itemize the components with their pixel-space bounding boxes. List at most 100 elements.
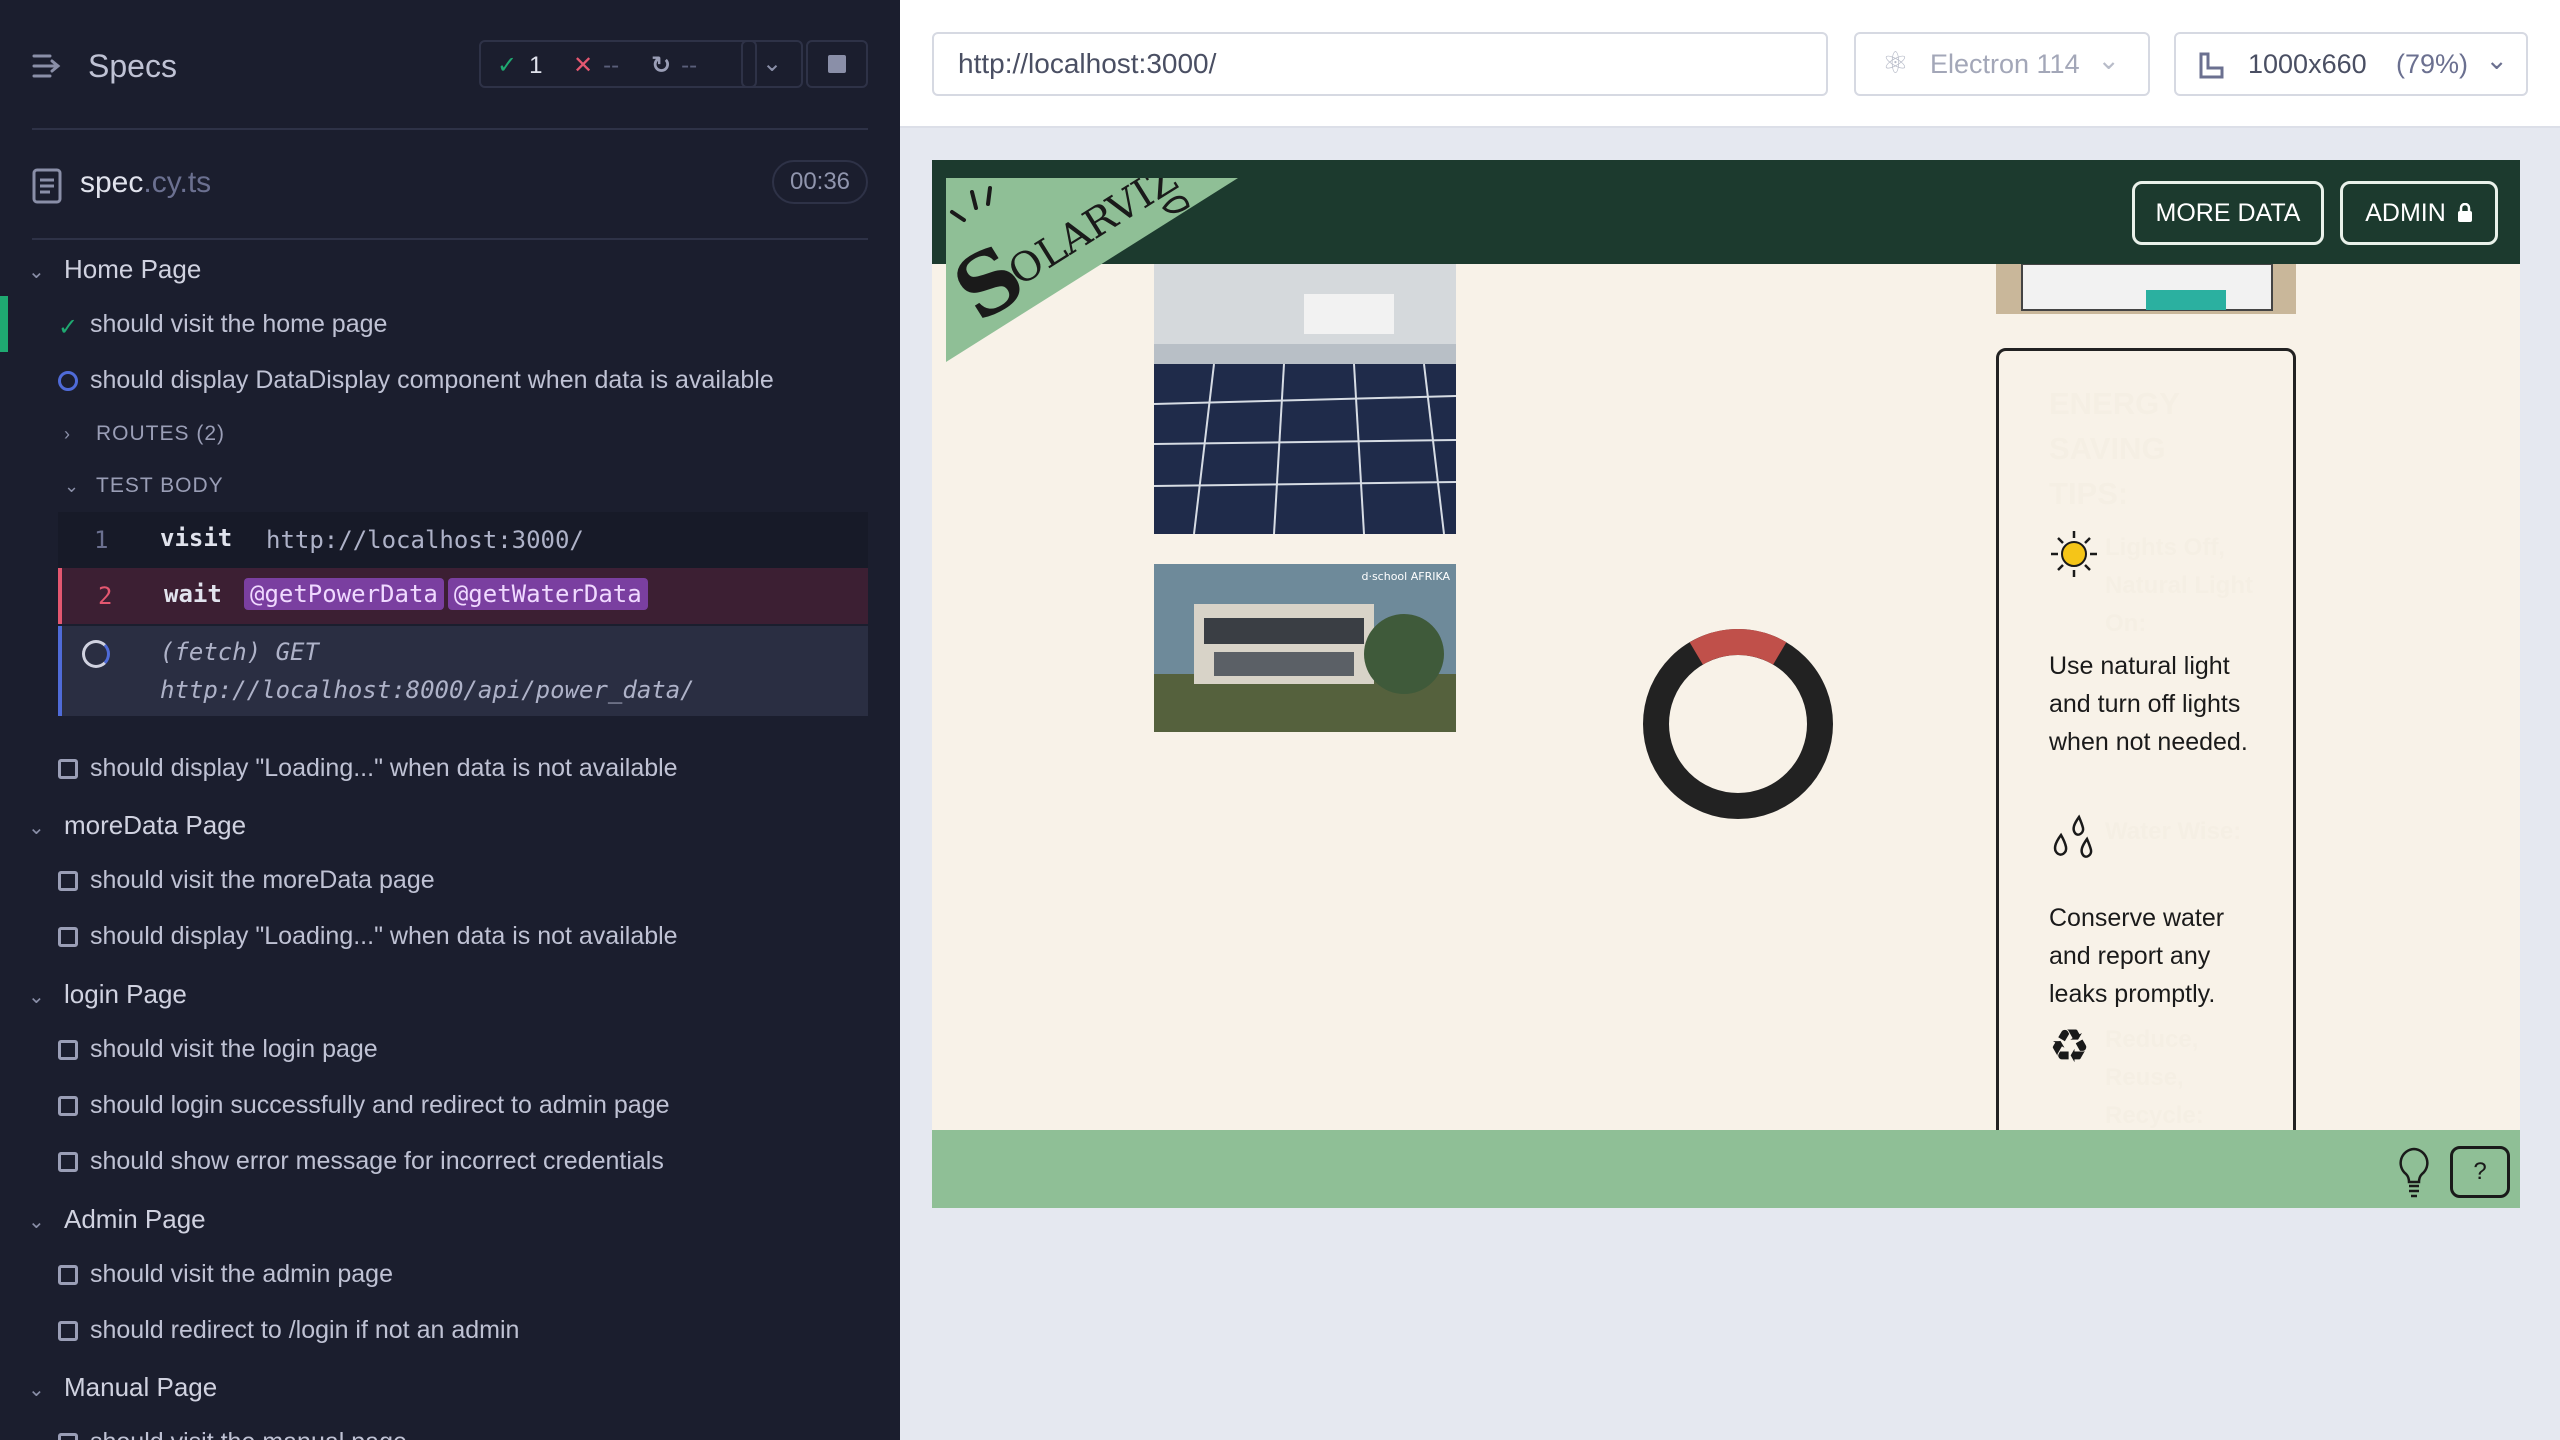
dschool-building-image: d·school AFRIKA [1154,564,1456,732]
specs-list-icon[interactable] [32,52,64,80]
test-item[interactable]: should login successfully and redirect t… [58,1091,670,1120]
check-icon: ✓ [58,314,79,341]
test-item[interactable]: should visit the admin page [58,1260,393,1289]
test-item[interactable]: should visit the manual page [58,1428,407,1440]
suite-login-page[interactable]: ⌄ login Page [28,979,187,1010]
command-fetch[interactable]: (fetch) GET http://localhost:8000/api/po… [58,626,868,716]
chevron-down-icon: ⌄ [2485,45,2508,75]
alias-badge: @getWaterData [447,578,648,610]
viewport-ruler-icon [2199,52,2224,79]
collapse-button[interactable]: ⌄ [741,40,803,88]
suite-title: Admin Page [64,1204,206,1234]
command-wait[interactable]: 2 wait @getPowerData @getWaterData [58,568,868,624]
test-title: should login successfully and redirect t… [90,1091,670,1119]
tip-body: Use natural light and turn off lights wh… [2049,652,2248,756]
test-title: should redirect to /login if not an admi… [90,1316,520,1344]
passed-check-icon: ✓ [497,52,518,79]
electron-icon: ⚛ [1882,47,1909,80]
test-item-running[interactable]: should display DataDisplay component whe… [58,366,774,395]
lightbulb-icon[interactable] [2396,1146,2432,1198]
image-caption: d·school AFRIKA [1361,570,1450,583]
command-name: wait [164,580,222,608]
recycle-icon: ♻ [2049,1020,2091,1072]
pending-square-icon [58,1040,78,1060]
solar-panels-image [1154,264,1456,534]
test-item[interactable]: should display "Loading..." when data is… [58,754,678,783]
suite-admin-page[interactable]: ⌄ Admin Page [28,1204,206,1235]
chevron-down-icon: ⌄ [2097,45,2120,75]
pending-spinner-icon: ↻ [651,52,672,79]
test-item-passed[interactable]: ✓ should visit the home page [58,310,388,341]
command-number: 1 [94,526,109,554]
browser-selector[interactable]: ⚛ Electron 114 ⌄ [1854,32,2150,96]
cypress-reporter-panel: Specs ✓ 1 ✕ -- ↻ -- ⌄ spec.cy.ts 00:36 ⌄… [0,0,900,1440]
running-circle-icon [58,371,78,391]
pending-stat: ↻ -- [651,51,697,80]
suite-title: login Page [64,979,187,1009]
water-drops-icon [2053,814,2093,858]
failed-stat: ✕ -- [573,51,619,80]
tips-title: ENERGY SAVING TIPS: [2049,386,2180,511]
reporter-header: Specs ✓ 1 ✕ -- ↻ -- ⌄ [32,0,868,130]
suite-home-page[interactable]: ⌄ Home Page [28,254,201,285]
viewport-selector[interactable]: 1000x660 (79%) ⌄ [2174,32,2528,96]
failed-x-icon: ✕ [573,52,594,79]
spec-filename: spec.cy.ts [80,166,211,200]
test-item[interactable]: should visit the moreData page [58,866,435,895]
test-item[interactable]: should display "Loading..." when data is… [58,922,678,951]
command-visit[interactable]: 1 visit http://localhost:3000/ [58,512,868,568]
command-number: 2 [98,582,113,610]
test-title: should display "Loading..." when data is… [90,754,678,782]
stop-icon [828,55,846,73]
routes-section[interactable]: › ROUTES (2) [64,422,225,446]
chevron-down-icon: ⌄ [761,50,783,77]
tip-body: Conserve water and report any leaks prom… [2049,904,2225,1008]
test-title: should visit the login page [90,1035,378,1063]
passed-stat: ✓ 1 [497,51,542,80]
test-title: should visit the manual page [90,1428,407,1440]
help-button[interactable]: ? [2450,1146,2510,1198]
test-title: should display "Loading..." when data is… [90,922,678,950]
document-icon [32,168,62,204]
test-title: should visit the moreData page [90,866,435,894]
chevron-down-icon: ⌄ [28,1211,45,1233]
active-test-indicator [0,296,8,352]
admin-label: ADMIN [2365,199,2446,227]
test-item[interactable]: should show error message for incorrect … [58,1147,664,1176]
chevron-right-icon: › [64,424,71,444]
spec-file-row: spec.cy.ts 00:36 [32,130,868,240]
test-title: should show error message for incorrect … [90,1147,664,1175]
suite-moredata-page[interactable]: ⌄ moreData Page [28,810,246,841]
test-item[interactable]: should visit the login page [58,1035,378,1064]
test-title: should visit the home page [90,310,388,338]
url-field[interactable]: http://localhost:3000/ [932,32,1828,96]
test-item[interactable]: should redirect to /login if not an admi… [58,1316,519,1345]
tip-heading: Lights Off, Natural Light On: [2105,534,2253,637]
pending-square-icon [58,1096,78,1116]
sun-icon [2051,531,2097,577]
suite-manual-page[interactable]: ⌄ Manual Page [28,1372,217,1403]
browser-name: Electron 114 [1930,49,2080,79]
test-body-section[interactable]: ⌄ TEST BODY [64,474,224,498]
alias-badge: @getPowerData [244,578,444,610]
lock-icon [2457,202,2472,222]
suite-title: moreData Page [64,810,247,840]
stop-button[interactable] [806,40,868,88]
command-message: @getPowerData @getWaterData [244,578,652,610]
chevron-down-icon: ⌄ [28,817,45,839]
fetch-url: http://localhost:8000/api/power_data/ [160,676,695,704]
test-title: should visit the admin page [90,1260,393,1288]
admin-button[interactable]: ADMIN [2340,181,2498,245]
donut-base-ring [1643,629,1833,819]
pending-square-icon [58,1265,78,1285]
aut-toolbar: http://localhost:3000/ ⚛ Electron 114 ⌄ … [900,0,2560,128]
more-data-button[interactable]: MORE DATA [2132,181,2324,245]
loading-spinner-icon [82,640,110,668]
donut-highlight-arc [1689,629,1787,665]
command-message: http://localhost:3000/ [266,526,584,554]
chevron-down-icon: ⌄ [64,476,81,496]
tip-heading: Water Wise: [2105,818,2242,845]
specs-title[interactable]: Specs [88,48,177,85]
pending-square-icon [58,1433,78,1440]
app-under-test-area: http://localhost:3000/ ⚛ Electron 114 ⌄ … [900,0,2560,1440]
